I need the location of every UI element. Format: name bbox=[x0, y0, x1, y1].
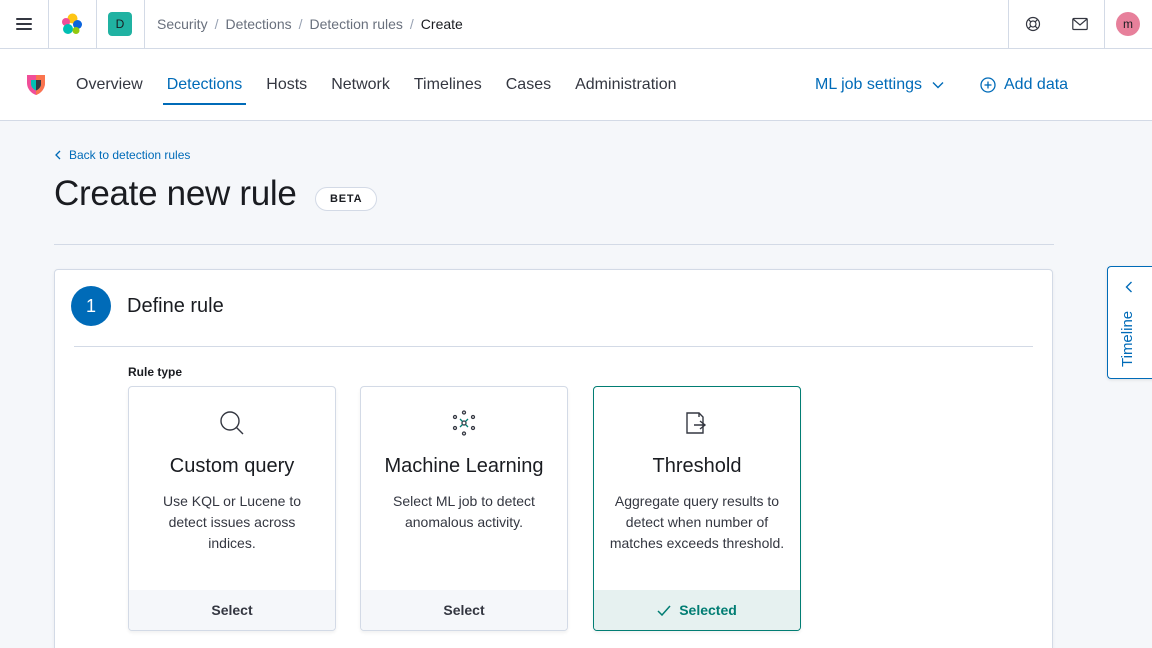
timeline-label: Timeline bbox=[1119, 310, 1136, 367]
select-button[interactable]: Select bbox=[361, 590, 567, 630]
security-nav: Overview Detections Hosts Network Timeli… bbox=[0, 49, 1152, 121]
panel-divider bbox=[74, 346, 1033, 347]
menu-button[interactable] bbox=[0, 0, 48, 48]
help-lifebuoy-icon bbox=[1025, 16, 1040, 32]
tab-overview[interactable]: Overview bbox=[76, 49, 143, 121]
timeline-flyout-button[interactable]: Timeline bbox=[1107, 266, 1152, 379]
hamburger-icon bbox=[16, 18, 32, 30]
check-icon bbox=[657, 605, 671, 616]
ml-job-settings-button[interactable]: ML job settings bbox=[815, 49, 944, 121]
tab-administration[interactable]: Administration bbox=[575, 49, 676, 121]
user-menu-button[interactable]: m bbox=[1104, 0, 1152, 48]
breadcrumb-security[interactable]: Security bbox=[157, 16, 208, 32]
space-selector[interactable]: D bbox=[96, 0, 144, 48]
plus-circle-icon bbox=[980, 77, 996, 93]
back-to-rules-link[interactable]: Back to detection rules bbox=[54, 146, 190, 164]
selected-button[interactable]: Selected bbox=[594, 590, 800, 630]
step-title: Define rule bbox=[127, 295, 224, 317]
chevron-left-icon bbox=[1125, 281, 1132, 293]
ml-job-settings-label: ML job settings bbox=[815, 76, 923, 93]
machine-learning-icon bbox=[452, 410, 476, 436]
threshold-icon bbox=[686, 412, 707, 434]
elastic-logo[interactable] bbox=[49, 0, 95, 48]
breadcrumb-separator: / bbox=[409, 16, 414, 32]
breadcrumb-current: Create bbox=[420, 16, 463, 32]
page-title: Create new rule bbox=[54, 174, 297, 213]
help-button[interactable] bbox=[1009, 0, 1056, 48]
rule-type-card-machine-learning[interactable]: Machine Learning Select ML job to detect… bbox=[360, 386, 568, 631]
breadcrumb-separator: / bbox=[298, 16, 303, 32]
security-app-icon bbox=[27, 75, 45, 95]
card-title: Custom query bbox=[169, 455, 295, 477]
rule-type-card-threshold[interactable]: Threshold Aggregate query results to det… bbox=[593, 386, 801, 631]
title-divider bbox=[54, 244, 1054, 245]
define-rule-panel: 1 Define rule Rule type Custom query Use… bbox=[54, 269, 1053, 648]
card-description: Select ML job to detect anomalous activi… bbox=[393, 493, 535, 530]
chevron-down-icon bbox=[932, 82, 944, 89]
tab-cases[interactable]: Cases bbox=[506, 49, 551, 121]
beta-badge: BETA bbox=[315, 187, 378, 211]
breadcrumb-separator: / bbox=[214, 16, 219, 32]
search-icon bbox=[220, 411, 244, 435]
card-description: Use KQL or Lucene to detect issues acros… bbox=[162, 493, 301, 551]
breadcrumb-detection-rules[interactable]: Detection rules bbox=[310, 16, 403, 32]
header-divider bbox=[144, 0, 145, 48]
nav-tabs: Overview Detections Hosts Network Timeli… bbox=[76, 49, 700, 121]
rule-type-label: Rule type bbox=[128, 365, 183, 379]
chevron-left-icon bbox=[55, 150, 61, 160]
card-description: Aggregate query results to detect when n… bbox=[609, 493, 785, 551]
tab-network[interactable]: Network bbox=[331, 49, 390, 121]
tab-hosts[interactable]: Hosts bbox=[266, 49, 307, 121]
select-label: Select bbox=[443, 602, 485, 618]
tab-timelines[interactable]: Timelines bbox=[414, 49, 482, 121]
selected-label: Selected bbox=[679, 602, 737, 618]
select-button[interactable]: Select bbox=[129, 590, 335, 630]
top-header: D Security / Detections / Detection rule… bbox=[0, 0, 1152, 49]
rule-type-card-custom-query[interactable]: Custom query Use KQL or Lucene to detect… bbox=[128, 386, 336, 631]
select-label: Select bbox=[211, 602, 253, 618]
breadcrumb-detections[interactable]: Detections bbox=[225, 16, 291, 32]
add-data-label: Add data bbox=[1004, 76, 1069, 93]
breadcrumb: Security / Detections / Detection rules … bbox=[157, 0, 463, 48]
step-number: 1 bbox=[71, 286, 111, 326]
space-avatar: D bbox=[108, 12, 132, 36]
add-data-button[interactable]: Add data bbox=[980, 49, 1068, 121]
elastic-logo-icon bbox=[62, 13, 82, 34]
avatar: m bbox=[1116, 12, 1140, 36]
back-link-label: Back to detection rules bbox=[69, 148, 191, 162]
card-title: Machine Learning bbox=[384, 455, 544, 477]
card-title: Threshold bbox=[652, 455, 742, 477]
newsfeed-button[interactable] bbox=[1056, 0, 1104, 48]
tab-detections[interactable]: Detections bbox=[162, 49, 246, 121]
mail-icon bbox=[1072, 17, 1088, 31]
